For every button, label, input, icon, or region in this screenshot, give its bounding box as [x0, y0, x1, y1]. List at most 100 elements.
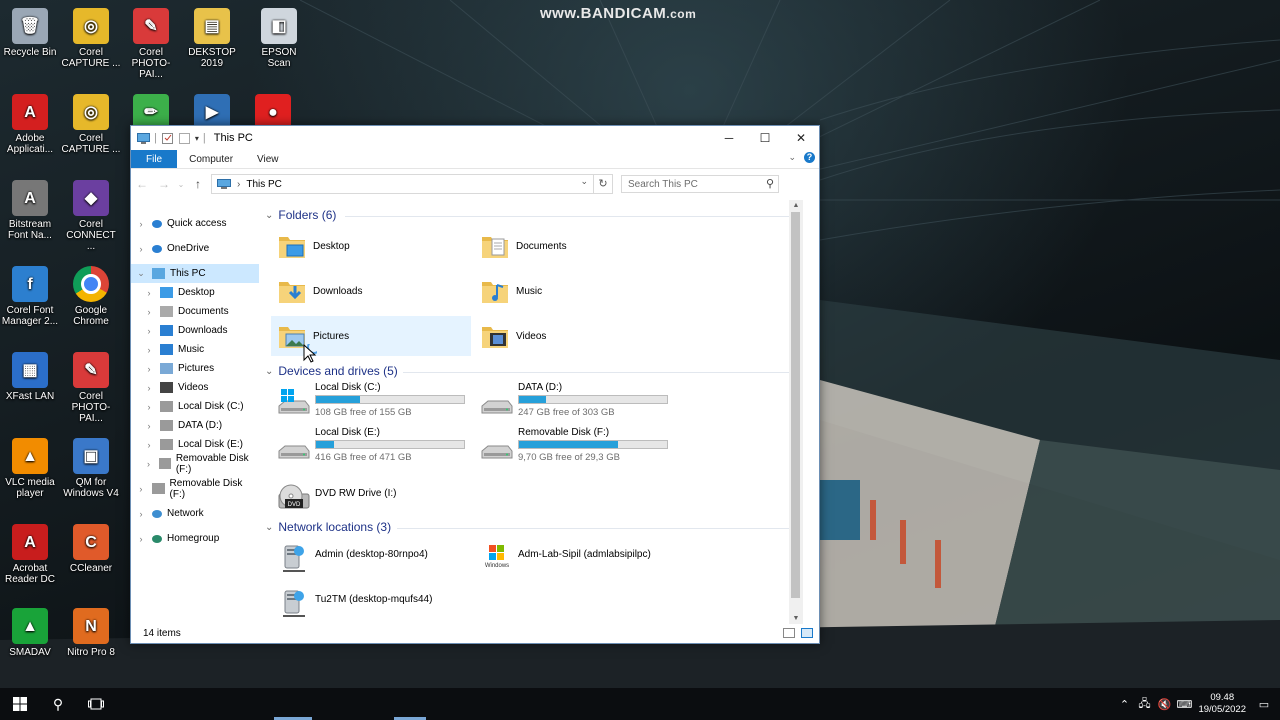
collapse-chevron-icon[interactable]: ⌄ [265, 522, 273, 533]
scroll-down-icon[interactable]: ▼ [789, 615, 803, 622]
show-hidden-icons-icon[interactable]: ⌃ [1114, 698, 1134, 711]
expand-chevron-icon[interactable]: › [143, 421, 155, 431]
desktop-shortcut[interactable]: ▲ VLC media player [0, 434, 60, 499]
up-arrow-icon[interactable]: ↑ [187, 177, 209, 191]
folder-item[interactable]: Downloads [271, 271, 471, 311]
nav-item[interactable]: › Removable Disk (F:) [131, 478, 259, 500]
details-view-icon[interactable] [783, 628, 795, 638]
customize-toolbar-icon[interactable]: ▾ [195, 134, 199, 143]
expand-chevron-icon[interactable]: › [135, 534, 147, 544]
nav-item[interactable]: › Local Disk (C:) [131, 397, 259, 416]
breadcrumb-chevron-icon[interactable]: › [237, 179, 240, 190]
desktop-shortcut[interactable]: ◆ Corel CONNECT ... [61, 176, 121, 252]
task-view-button[interactable] [76, 688, 116, 720]
nav-item[interactable]: › Removable Disk (F:) [131, 453, 259, 475]
drive-item[interactable]: Removable Disk (F:) 9,70 GB free of 29,3 … [474, 427, 674, 467]
network-location-item[interactable]: Admin (desktop-80rnpo4) [271, 538, 471, 578]
desktop-shortcut[interactable]: A Adobe Applicati... [0, 90, 60, 155]
desktop-shortcut[interactable]: A Acrobat Reader DC [0, 520, 60, 585]
network-location-item[interactable]: Windows Adm-Lab-Sipil (admlabsipilpc) [474, 538, 674, 578]
tab-view[interactable]: View [245, 150, 291, 168]
collapse-chevron-icon[interactable]: ⌄ [265, 366, 273, 377]
new-folder-icon[interactable] [178, 132, 191, 144]
network-location-item[interactable]: Tu2TM (desktop-mqufs44) [271, 583, 471, 623]
collapse-chevron-icon[interactable]: ⌄ [265, 210, 273, 221]
address-bar[interactable]: › This PC ⌄ ↻ [211, 174, 613, 194]
desktop-shortcut[interactable]: N Nitro Pro 8 [61, 604, 121, 658]
forward-arrow-icon[interactable]: → [153, 177, 175, 191]
folder-item[interactable]: Pictures [271, 316, 471, 356]
drive-item[interactable]: Local Disk (C:) 108 GB free of 155 GB [271, 382, 471, 422]
desktop-shortcut[interactable]: 🗑 Recycle Bin [0, 4, 60, 58]
desktop-shortcut[interactable]: ✎ Corel PHOTO-PAI... [121, 4, 181, 80]
drive-item[interactable]: Local Disk (E:) 416 GB free of 471 GB [271, 427, 471, 467]
desktop-shortcut[interactable]: f Corel Font Manager 2... [0, 262, 60, 327]
expand-chevron-icon[interactable]: › [143, 402, 155, 412]
expanded-chevron-icon[interactable]: ⌄ [135, 268, 147, 279]
desktop-shortcut[interactable]: ◧ EPSON Scan [249, 4, 309, 69]
folder-item[interactable]: Desktop [271, 226, 471, 266]
nav-item[interactable]: › Music [131, 340, 259, 359]
expand-chevron-icon[interactable]: › [143, 459, 154, 469]
nav-item[interactable]: › Desktop [131, 283, 259, 302]
expand-chevron-icon[interactable]: › [135, 484, 147, 494]
large-icons-view-icon[interactable] [801, 628, 813, 638]
desktop-shortcut[interactable]: A Bitstream Font Na... [0, 176, 60, 241]
nav-item[interactable]: › Quick access [131, 214, 259, 233]
desktop-shortcut[interactable]: ▲ SMADAV [0, 604, 60, 658]
expand-chevron-icon[interactable]: › [143, 288, 155, 298]
properties-icon[interactable] [161, 132, 174, 144]
expand-chevron-icon[interactable]: › [135, 244, 147, 254]
keyboard-icon[interactable]: ⌨ [1174, 698, 1194, 711]
minimize-button[interactable]: ─ [711, 126, 747, 150]
folder-item[interactable]: Music [474, 271, 674, 311]
folder-item[interactable]: Videos [474, 316, 674, 356]
clock[interactable]: 09.48 19/05/2022 [1198, 692, 1246, 716]
expand-chevron-icon[interactable]: › [143, 307, 155, 317]
nav-item[interactable]: ⌄ This PC [131, 264, 259, 283]
nav-item[interactable]: › Videos [131, 378, 259, 397]
tab-computer[interactable]: Computer [177, 150, 245, 168]
nav-item[interactable]: › Pictures [131, 359, 259, 378]
back-arrow-icon[interactable]: ← [131, 177, 153, 191]
desktop-shortcut[interactable]: ▦ XFast LAN [0, 348, 60, 402]
search-input[interactable]: Search This PC ⚲ [621, 175, 779, 193]
expand-chevron-icon[interactable]: › [143, 440, 155, 450]
expand-chevron-icon[interactable]: › [143, 383, 155, 393]
drive-item[interactable]: DATA (D:) 247 GB free of 303 GB [474, 382, 674, 422]
expand-chevron-icon[interactable]: › [143, 345, 155, 355]
vertical-scrollbar[interactable]: ▲ ▼ [789, 200, 803, 624]
recent-locations-icon[interactable]: ⌄ [175, 180, 187, 189]
expand-chevron-icon[interactable]: › [135, 509, 147, 519]
expand-ribbon-icon[interactable]: ⌄ [788, 152, 796, 163]
group-devices-header[interactable]: ⌄ Devices and drives (5) [265, 364, 795, 378]
nav-item[interactable]: › DATA (D:) [131, 416, 259, 435]
nav-item[interactable]: › OneDrive [131, 239, 259, 258]
search-button[interactable]: ⚲ [38, 688, 78, 720]
tab-file[interactable]: File [131, 150, 178, 168]
scroll-up-icon[interactable]: ▲ [789, 202, 803, 209]
title-bar[interactable]: | ▾ | This PC ─ ☐ ✕ [131, 126, 819, 150]
desktop-shortcut[interactable]: ◎ Corel CAPTURE ... [61, 90, 121, 155]
maximize-button[interactable]: ☐ [747, 126, 783, 150]
desktop-shortcut[interactable]: C CCleaner [61, 520, 121, 574]
desktop-shortcut[interactable]: ▤ DEKSTOP 2019 [182, 4, 242, 69]
folder-item[interactable]: Documents [474, 226, 674, 266]
desktop-shortcut[interactable]: ✎ Corel PHOTO-PAI... [61, 348, 121, 424]
desktop-shortcut[interactable]: ◎ Corel CAPTURE ... [61, 4, 121, 69]
volume-muted-icon[interactable]: 🔇 [1154, 698, 1174, 711]
network-icon[interactable]: 🖧 [1134, 695, 1154, 714]
expand-chevron-icon[interactable]: › [143, 326, 155, 336]
expand-chevron-icon[interactable]: › [135, 219, 147, 229]
desktop-shortcut[interactable]: ▣ QM for Windows V4 [61, 434, 121, 499]
desktop-shortcut[interactable]: Google Chrome [61, 262, 121, 327]
start-button[interactable] [0, 688, 40, 720]
expand-chevron-icon[interactable]: › [143, 364, 155, 374]
group-folders-header[interactable]: ⌄ Folders (6) [265, 208, 795, 222]
notifications-icon[interactable]: ▭ [1254, 698, 1274, 711]
nav-item[interactable]: › Documents [131, 302, 259, 321]
dvd-drive[interactable]: DVD DVD RW Drive (I:) [271, 478, 471, 518]
help-icon[interactable]: ? [804, 152, 815, 163]
address-dropdown-icon[interactable]: ⌄ [580, 176, 588, 187]
group-network-header[interactable]: ⌄ Network locations (3) [265, 520, 795, 534]
